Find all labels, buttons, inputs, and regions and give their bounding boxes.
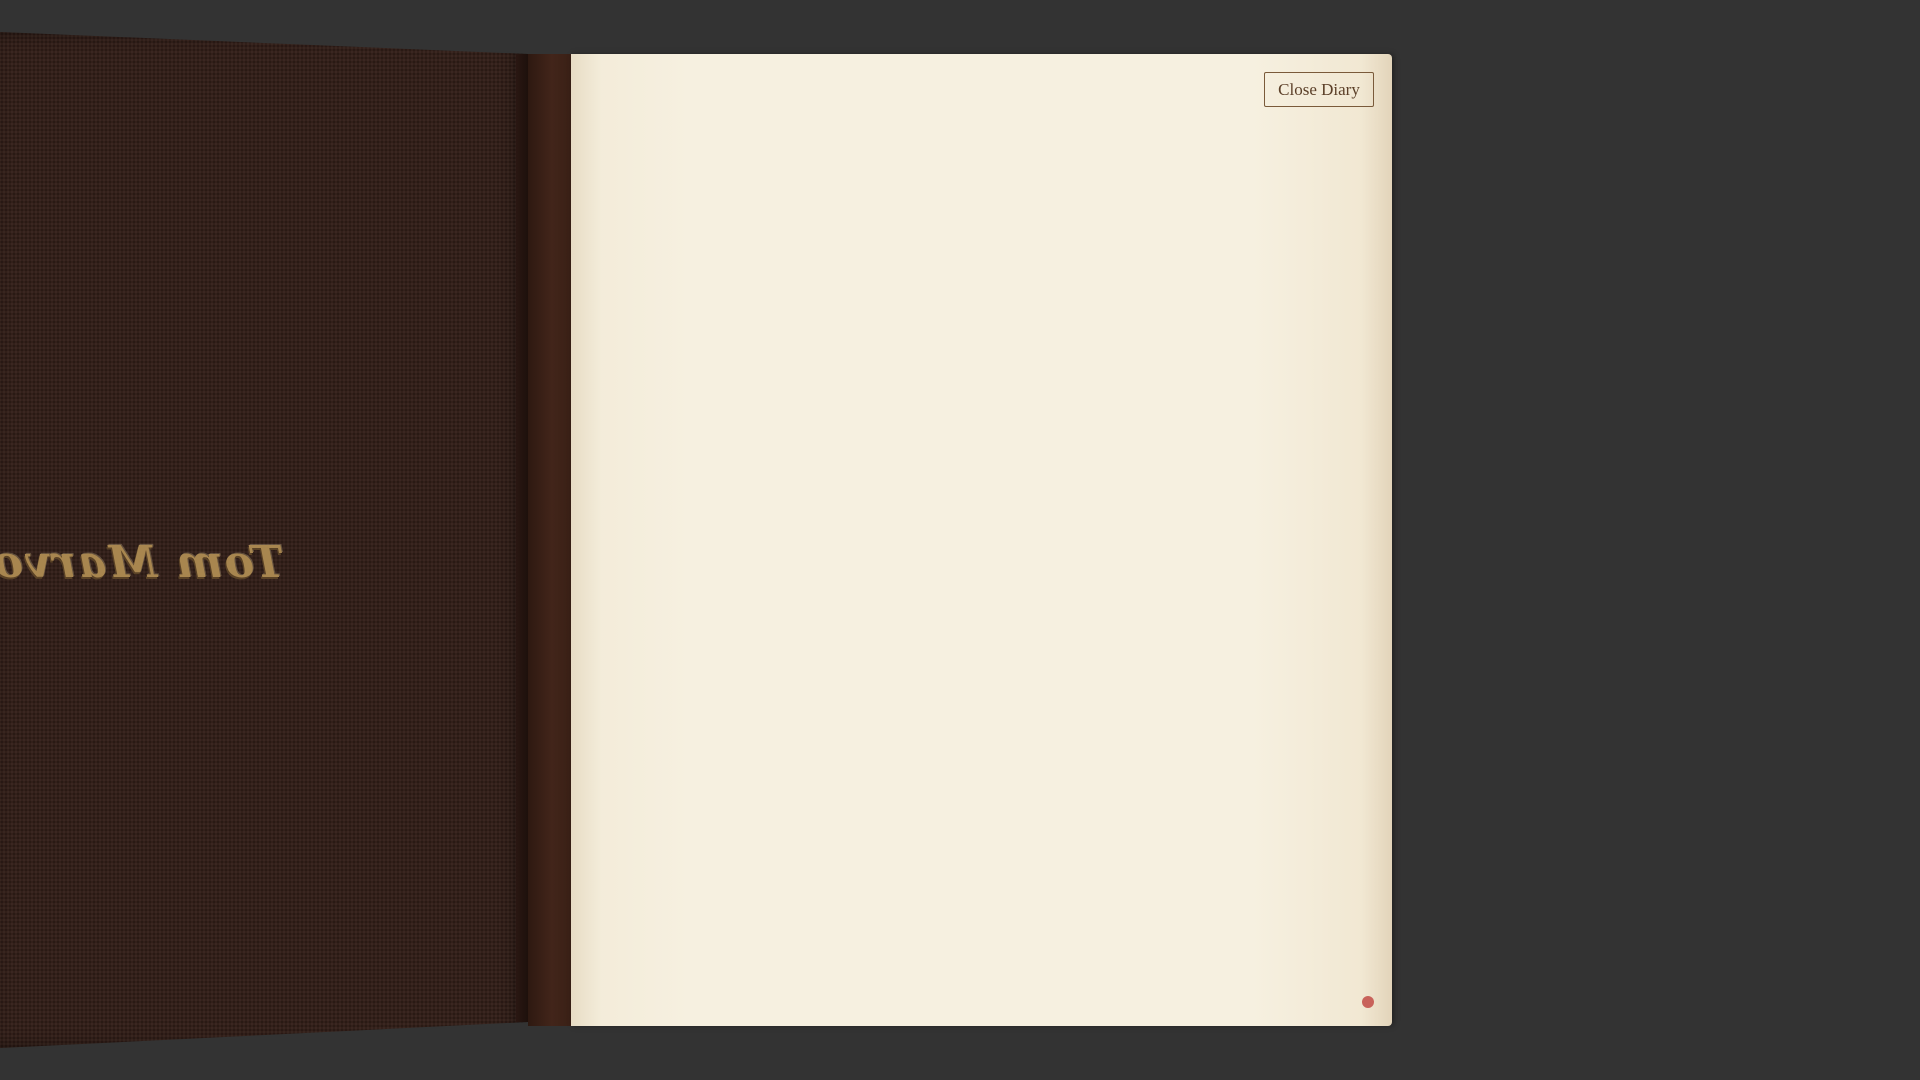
- dot-icon: [1362, 996, 1374, 1008]
- close-diary-button[interactable]: Close Diary: [1264, 72, 1374, 107]
- diary-viewer: Tom Marvolo Close Diary: [0, 0, 1920, 1080]
- diary-spine: [528, 54, 571, 1026]
- diary-front-cover: Tom Marvolo: [0, 32, 528, 1048]
- diary-page[interactable]: Close Diary: [571, 54, 1392, 1026]
- cover-inscription: Tom Marvolo: [0, 537, 284, 588]
- cover-edge: [516, 54, 528, 1022]
